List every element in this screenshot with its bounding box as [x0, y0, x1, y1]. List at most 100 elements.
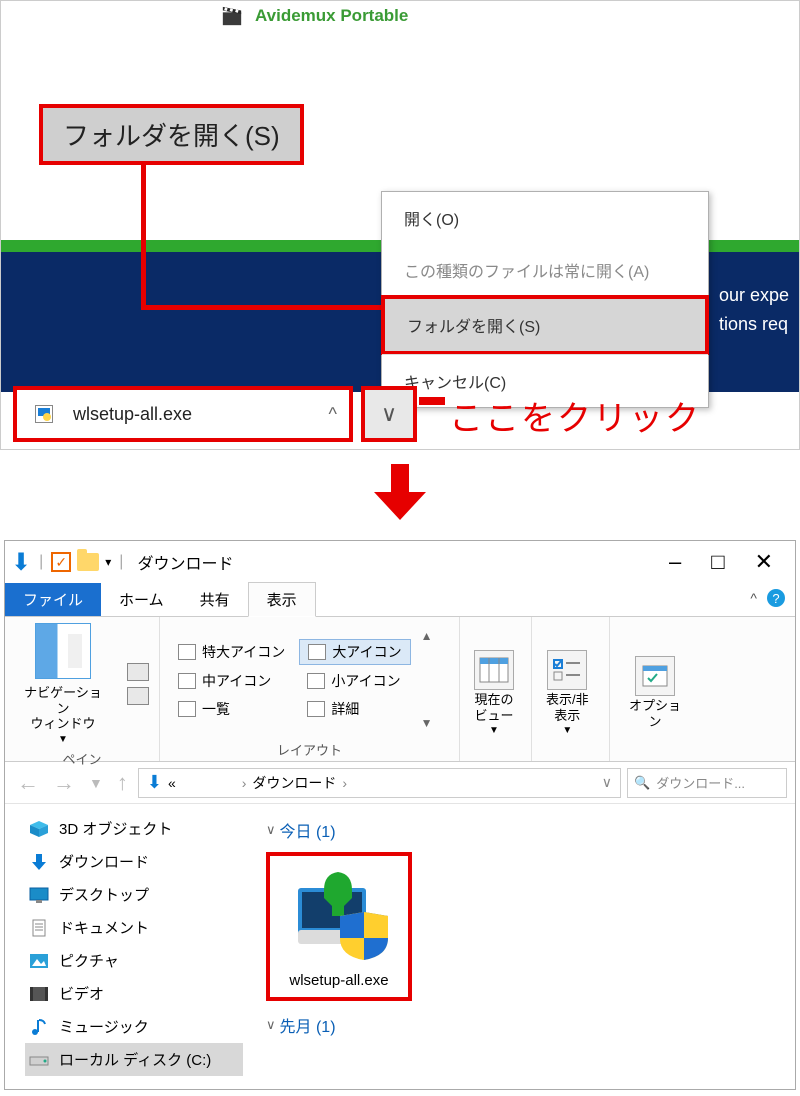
quick-access-toolbar: ⬇ | ✓ ▾ | ダウンロード [11, 548, 233, 577]
chevron-down-icon: ∨ [381, 401, 397, 427]
tab-view[interactable]: 表示 [248, 582, 316, 617]
layout-medium[interactable]: 中アイコン [170, 669, 293, 693]
click-here-label: ここをクリック [449, 391, 701, 440]
chevron-down-icon: ▼ [58, 734, 68, 745]
installer-shield-icon [284, 866, 394, 966]
tab-file[interactable]: ファイル [5, 583, 101, 616]
list-icon [178, 701, 196, 717]
layout-extra-large[interactable]: 特大アイコン [170, 639, 293, 665]
file-name: wlsetup-all.exe [289, 972, 388, 989]
callout-open-folder: フォルダを開く(S) [39, 104, 304, 165]
callout-connector [419, 397, 445, 405]
chevron-down-icon: ▼ [562, 725, 572, 736]
nav-history-button[interactable]: ▼ [85, 775, 107, 791]
separator: | [119, 553, 123, 571]
image-icon [29, 952, 49, 970]
details-pane-button[interactable] [127, 687, 149, 705]
tree-label: ダウンロード [59, 851, 149, 872]
maximize-button[interactable]: □ [711, 549, 724, 575]
close-button[interactable]: ✕ [755, 549, 773, 575]
app-label: Avidemux Portable [255, 6, 408, 26]
ribbon-group-pane: ナビゲーション ウィンドウ▼ ペイン [5, 617, 160, 761]
cube-icon [29, 820, 49, 838]
download-menu-toggle[interactable]: ∨ [361, 386, 417, 442]
nav-back-button[interactable]: ← [13, 770, 43, 796]
group-last-month[interactable]: ∨先月 (1) [266, 1013, 779, 1037]
file-wlsetup[interactable]: wlsetup-all.exe [266, 852, 412, 1001]
crumb-folder[interactable]: ダウンロード [252, 773, 336, 793]
tutorial-panel: Avidemux Portable our expe tions req フォル… [0, 0, 800, 450]
group-today[interactable]: ∨今日 (1) [266, 818, 779, 842]
tab-share[interactable]: 共有 [182, 583, 248, 616]
ribbon-group-show-hide: 表示/非 表示▼ [532, 617, 610, 761]
tree-desktop[interactable]: デスクトップ [25, 878, 243, 911]
tree-label: ドキュメント [59, 917, 149, 938]
options-button[interactable]: オプション [620, 652, 690, 729]
ribbon-tabs: ファイル ホーム 共有 表示 ^ ? [5, 583, 795, 617]
search-input[interactable]: 🔍 ダウンロード... [627, 768, 787, 798]
options-icon [635, 656, 675, 696]
checkboxes-icon [547, 650, 587, 690]
layout-details[interactable]: 詳細 [299, 697, 410, 721]
explorer-body: 3D オブジェクト ダウンロード デスクトップ ドキュメント ピクチャ ビデオ … [5, 804, 795, 1089]
tree-label: 3D オブジェクト [59, 818, 172, 839]
ctx-always-open[interactable]: この種類のファイルは常に開く(A) [382, 244, 708, 296]
desktop-icon [29, 886, 49, 904]
tree-local-disk[interactable]: ローカル ディスク (C:) [25, 1043, 243, 1076]
download-bar[interactable]: wlsetup-all.exe ^ [13, 386, 353, 442]
preview-pane-button[interactable] [127, 663, 149, 681]
minimize-button[interactable]: – [669, 549, 681, 575]
ribbon-group-options: オプション [610, 617, 700, 761]
tree-downloads[interactable]: ダウンロード [25, 845, 243, 878]
ribbon-view: ナビゲーション ウィンドウ▼ ペイン 特大アイコン 大アイコン 中アイコン 小ア… [5, 617, 795, 762]
file-list: ∨今日 (1) wlsetup [250, 804, 795, 1089]
crumb-separator: › [242, 775, 247, 791]
group-label: 先月 (1) [280, 1013, 336, 1037]
crumb-separator: › [342, 775, 347, 791]
tree-music[interactable]: ミュージック [25, 1010, 243, 1043]
film-icon [29, 985, 49, 1003]
layout-large[interactable]: 大アイコン [299, 639, 410, 665]
tree-3d-objects[interactable]: 3D オブジェクト [25, 812, 243, 845]
navigation-pane-button[interactable]: ナビゲーション ウィンドウ▼ [15, 681, 111, 745]
chevron-down-icon[interactable]: ∨ [602, 774, 612, 791]
collapse-ribbon-icon[interactable]: ^ [750, 590, 757, 606]
help-icon[interactable]: ? [767, 589, 785, 607]
nav-tree: 3D オブジェクト ダウンロード デスクトップ ドキュメント ピクチャ ビデオ … [5, 804, 250, 1089]
banner-text-fragment: our expe tions req [719, 281, 789, 339]
chevron-down-icon: ∨ [266, 1017, 276, 1033]
layout-list[interactable]: 一覧 [170, 697, 293, 721]
checkbox-icon[interactable]: ✓ [51, 552, 71, 572]
layout-small[interactable]: 小アイコン [299, 669, 410, 693]
tiles-icon [178, 673, 196, 689]
tree-label: デスクトップ [59, 884, 149, 905]
tree-videos[interactable]: ビデオ [25, 977, 243, 1010]
ribbon-group-current-view: 現在の ビュー▼ [460, 617, 532, 761]
current-view-button[interactable]: 現在の ビュー▼ [470, 646, 518, 736]
nav-up-button[interactable]: ↑ [113, 770, 132, 796]
breadcrumb[interactable]: ⬇ « › ダウンロード › ∨ [138, 768, 621, 798]
tree-documents[interactable]: ドキュメント [25, 911, 243, 944]
address-bar-row: ← → ▼ ↑ ⬇ « › ダウンロード › ∨ 🔍 ダウンロード... [5, 762, 795, 804]
window-title: ダウンロード [137, 550, 233, 574]
chevron-up-icon: ^ [329, 404, 337, 425]
app-entry[interactable]: Avidemux Portable [221, 5, 408, 27]
installer-icon [35, 405, 53, 423]
banner-line: tions req [719, 310, 789, 339]
ctx-open-folder[interactable]: フォルダを開く(S) [381, 295, 709, 355]
down-arrow-icon: ⬇ [147, 772, 162, 793]
search-icon: 🔍 [634, 775, 650, 791]
nav-forward-button[interactable]: → [49, 770, 79, 796]
callout-connector [141, 305, 381, 310]
qat-dropdown[interactable]: ▾ [105, 555, 111, 569]
show-hide-button[interactable]: 表示/非 表示▼ [542, 646, 593, 736]
layout-more-icon[interactable]: ▲▼ [421, 623, 433, 736]
tiles-icon [178, 644, 196, 660]
tab-home[interactable]: ホーム [101, 583, 182, 616]
tree-pictures[interactable]: ピクチャ [25, 944, 243, 977]
download-arrow-icon [29, 853, 49, 871]
ctx-open[interactable]: 開く(O) [382, 192, 708, 244]
details-icon [307, 701, 325, 717]
separator: | [39, 553, 43, 571]
columns-icon [474, 650, 514, 690]
